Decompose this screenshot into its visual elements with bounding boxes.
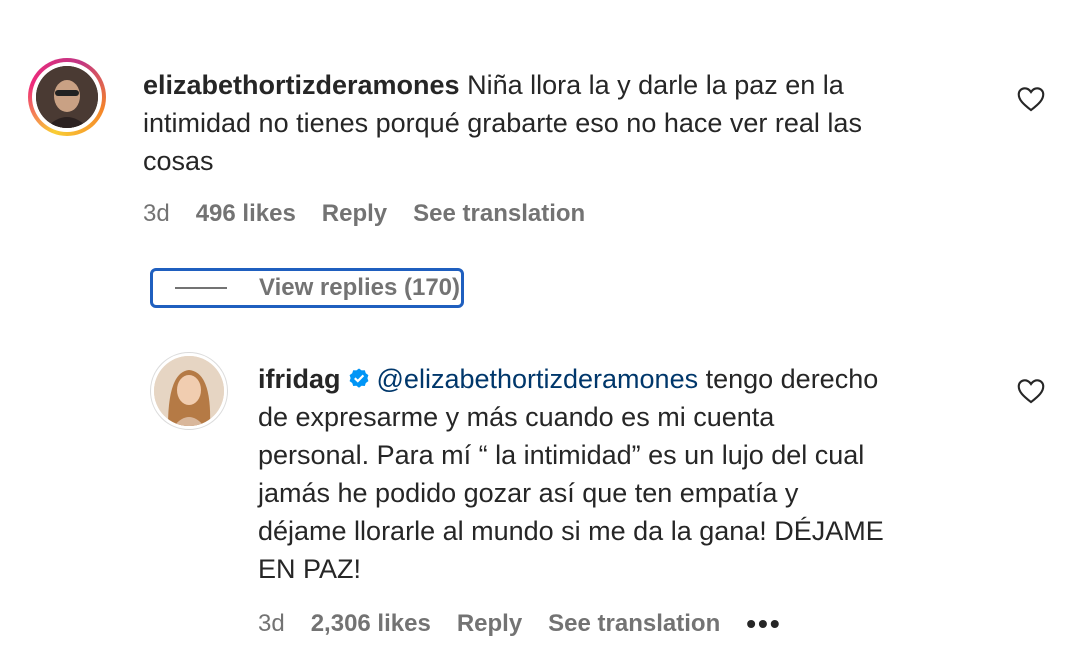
comment-body: ifridag @elizabethortizderamones tengo d… <box>258 360 1018 588</box>
comment-text-line: déjame llorarle al mundo si me da la gan… <box>258 516 884 546</box>
see-translation-button[interactable]: See translation <box>413 200 585 228</box>
verified-badge-icon <box>349 368 368 388</box>
avatar-image <box>154 356 224 426</box>
comment-meta: 3d 2,306 likes Reply See translation ••• <box>258 608 782 640</box>
comment-body: elizabethortizderamones Niña llora la y … <box>143 66 1003 180</box>
mention-link[interactable]: @elizabethortizderamones <box>377 364 699 394</box>
heart-icon[interactable] <box>1017 86 1045 112</box>
view-replies-button[interactable]: View replies (170) <box>150 268 464 308</box>
comment-text-line: tengo derecho <box>698 364 879 394</box>
comment-time: 3d <box>143 200 170 227</box>
reply-button[interactable]: Reply <box>322 200 387 228</box>
comment-text-line: de expresarme y más cuando es mi cuenta <box>258 402 775 432</box>
replies-divider-line <box>175 287 227 289</box>
comment-text-line: cosas <box>143 146 214 176</box>
avatar[interactable] <box>150 352 228 430</box>
comment-text-line: intimidad no tienes porqué grabarte eso … <box>143 108 862 138</box>
avatar <box>36 66 98 128</box>
likes-count[interactable]: 496 likes <box>196 200 296 228</box>
avatar-image <box>36 66 98 128</box>
avatar-story-ring[interactable] <box>28 58 106 136</box>
reply-button[interactable]: Reply <box>457 610 522 638</box>
comment-username[interactable]: elizabethortizderamones <box>143 70 460 100</box>
comment-text-line: Niña llora la y darle la paz en la <box>467 70 844 100</box>
likes-count[interactable]: 2,306 likes <box>311 610 431 638</box>
more-options-icon[interactable]: ••• <box>746 608 781 640</box>
comment-text-line: jamás he podido gozar así que ten empatí… <box>258 478 799 508</box>
comment-time: 3d <box>258 610 285 637</box>
comment-text-line: EN PAZ! <box>258 554 362 584</box>
view-replies-label: View replies (170) <box>259 274 460 301</box>
heart-icon[interactable] <box>1017 378 1045 404</box>
comment-meta: 3d 496 likes Reply See translation <box>143 200 585 228</box>
see-translation-button[interactable]: See translation <box>548 610 720 638</box>
comment-text-line: personal. Para mí “ la intimidad” es un … <box>258 440 865 470</box>
comment-username[interactable]: ifridag <box>258 364 341 394</box>
